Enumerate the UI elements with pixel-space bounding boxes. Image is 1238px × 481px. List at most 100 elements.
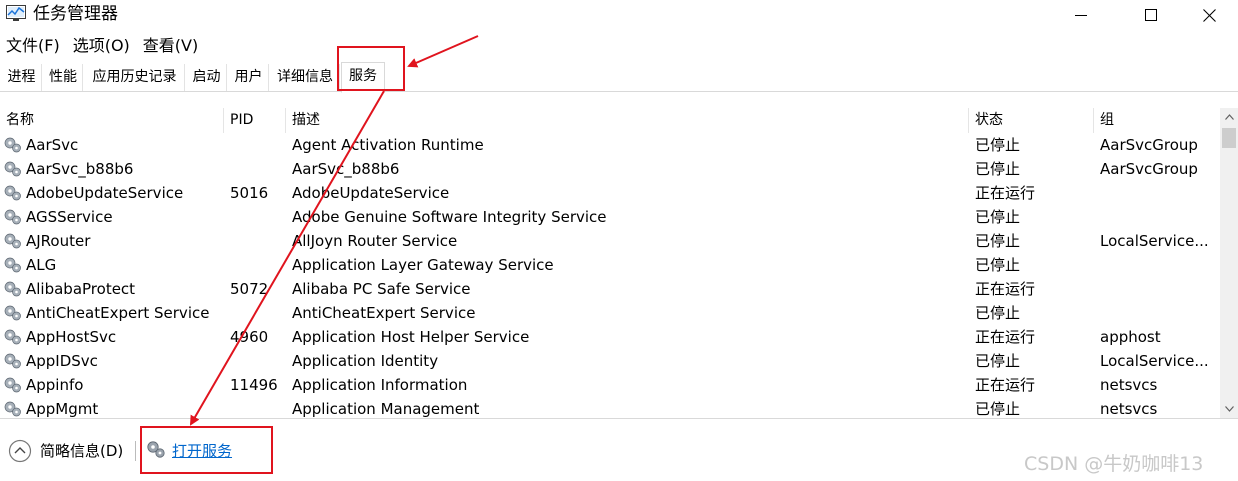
service-description: Agent Activation Runtime xyxy=(292,136,484,154)
table-row[interactable]: ALG Application Layer Gateway Service 已停止 xyxy=(0,253,1220,277)
footer-bar: 简略信息(D) 打开服务 CSDN @牛奶咖啡13 xyxy=(0,418,1238,481)
service-description: Application Management xyxy=(292,400,480,418)
tab-app-history[interactable]: 应用历史记录 xyxy=(85,64,185,91)
service-status: 已停止 xyxy=(975,232,1021,250)
service-status: 已停止 xyxy=(975,304,1021,322)
service-description: Application Information xyxy=(292,376,468,394)
services-gear-icon xyxy=(147,441,165,458)
service-pid xyxy=(230,229,282,253)
service-group xyxy=(1100,205,1210,229)
tab-startup[interactable]: 启动 xyxy=(187,64,227,91)
menu-options[interactable]: 选项(O) xyxy=(67,33,137,59)
tab-services[interactable]: 服务 xyxy=(341,62,385,93)
footer-divider xyxy=(135,441,136,461)
service-gear-icon xyxy=(4,377,21,393)
service-group: netsvcs xyxy=(1100,400,1158,418)
service-name: AGSService xyxy=(26,208,113,226)
service-group: netsvcs xyxy=(1100,376,1158,394)
maximize-icon xyxy=(1145,9,1157,21)
table-row[interactable]: AppMgmt Application Management 已停止 netsvcs xyxy=(0,397,1220,418)
service-pid xyxy=(230,157,282,181)
service-pid xyxy=(230,349,282,373)
service-name: AdobeUpdateService xyxy=(26,184,184,202)
service-pid xyxy=(230,397,282,418)
table-row[interactable]: AlibabaProtect 5072 Alibaba PC Safe Servic… xyxy=(0,277,1220,301)
service-group: AarSvcGroup xyxy=(1100,160,1198,178)
service-name: AJRouter xyxy=(26,232,91,250)
table-row[interactable]: AntiCheatExpert Service AntiCheatExpert S… xyxy=(0,301,1220,325)
close-button[interactable] xyxy=(1186,0,1232,30)
collapse-circle-icon[interactable] xyxy=(8,439,32,463)
column-header-group[interactable]: 组 xyxy=(1094,108,1220,133)
column-header-pid[interactable]: PID xyxy=(224,108,286,133)
service-description: Application Host Helper Service xyxy=(292,328,530,346)
table-row[interactable]: AdobeUpdateService 5016 AdobeUpdateService… xyxy=(0,181,1220,205)
service-group: LocalService... xyxy=(1100,352,1209,370)
service-pid: 11496 xyxy=(230,376,278,394)
service-status: 正在运行 xyxy=(975,328,1036,346)
table-row[interactable]: AGSService Adobe Genuine Software Integri… xyxy=(0,205,1220,229)
scroll-down-button[interactable] xyxy=(1220,400,1238,418)
service-gear-icon xyxy=(4,161,21,177)
table-row[interactable]: AarSvc_b88b6 AarSvc_b88b6 已停止 AarSvcGroup xyxy=(0,157,1220,181)
service-description: Application Identity xyxy=(292,352,439,370)
service-description: Application Layer Gateway Service xyxy=(292,256,554,274)
vertical-scrollbar[interactable] xyxy=(1220,108,1238,418)
service-status: 已停止 xyxy=(975,160,1021,178)
tab-performance[interactable]: 性能 xyxy=(44,64,83,91)
service-pid xyxy=(230,301,282,325)
column-header-description[interactable]: 描述 xyxy=(286,108,969,133)
maximize-button[interactable] xyxy=(1128,0,1174,30)
tab-processes[interactable]: 进程 xyxy=(2,64,42,91)
tab-details[interactable]: 详细信息 xyxy=(271,64,340,91)
service-gear-icon xyxy=(4,257,21,273)
service-gear-icon xyxy=(4,233,21,249)
table-row[interactable]: AppIDSvc Application Identity 已停止 LocalServ… xyxy=(0,349,1220,373)
service-status: 正在运行 xyxy=(975,280,1036,298)
service-name: AppMgmt xyxy=(26,400,99,418)
service-status: 正在运行 xyxy=(975,376,1036,394)
service-status: 已停止 xyxy=(975,352,1021,370)
service-status: 已停止 xyxy=(975,400,1021,418)
table-row[interactable]: Appinfo 11496 Application Information 正在运行 n… xyxy=(0,373,1220,397)
scroll-thumb[interactable] xyxy=(1222,128,1236,148)
service-description: AllJoyn Router Service xyxy=(292,232,458,250)
tab-users[interactable]: 用户 xyxy=(229,64,269,91)
column-header-name[interactable]: 名称 xyxy=(0,108,224,133)
service-gear-icon xyxy=(4,305,21,321)
open-services-link[interactable]: 打开服务 xyxy=(172,439,232,463)
service-description: AarSvc_b88b6 xyxy=(292,160,400,178)
title-bar: 任务管理器 xyxy=(0,0,1238,30)
menu-bar: 文件(F) 选项(O) 查看(V) xyxy=(0,33,205,59)
service-description: AntiCheatExpert Service xyxy=(292,304,476,322)
services-table: AarSvc Agent Activation Runtime 已停止 AarSvcG… xyxy=(0,133,1220,418)
chevron-down-icon xyxy=(1224,406,1234,412)
scroll-up-button[interactable] xyxy=(1220,108,1238,126)
service-group xyxy=(1100,253,1210,277)
fewer-details-button[interactable]: 简略信息(D) xyxy=(40,439,123,463)
column-header-status[interactable]: 状态 xyxy=(969,108,1094,133)
service-status: 已停止 xyxy=(975,136,1021,154)
service-name: AppIDSvc xyxy=(26,352,98,370)
task-manager-icon xyxy=(6,5,26,21)
service-description: Alibaba PC Safe Service xyxy=(292,280,471,298)
service-group xyxy=(1100,181,1210,205)
close-icon xyxy=(1202,8,1216,22)
service-name: AntiCheatExpert Service xyxy=(26,304,210,322)
menu-file[interactable]: 文件(F) xyxy=(0,33,67,59)
service-status: 已停止 xyxy=(975,256,1021,274)
service-pid xyxy=(230,133,282,157)
minimize-button[interactable] xyxy=(1058,0,1104,30)
table-row[interactable]: AarSvc Agent Activation Runtime 已停止 AarSvcG… xyxy=(0,133,1220,157)
table-row[interactable]: AJRouter AllJoyn Router Service 已停止 LocalSe… xyxy=(0,229,1220,253)
service-pid: 5072 xyxy=(230,280,269,298)
table-row[interactable]: AppHostSvc 4960 Application Host Helper Se… xyxy=(0,325,1220,349)
service-status: 正在运行 xyxy=(975,184,1036,202)
service-name: AlibabaProtect xyxy=(26,280,136,298)
menu-view[interactable]: 查看(V) xyxy=(137,33,205,59)
chevron-up-icon xyxy=(1224,114,1234,120)
service-gear-icon xyxy=(4,209,21,225)
service-pid: 5016 xyxy=(230,184,269,202)
service-pid xyxy=(230,205,282,229)
service-name: Appinfo xyxy=(26,376,84,394)
